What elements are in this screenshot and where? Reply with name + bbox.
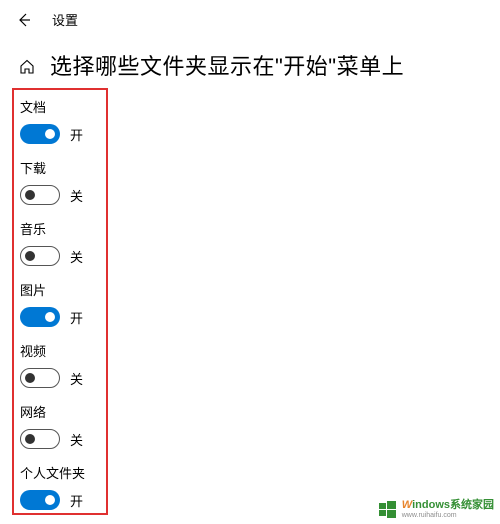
toggle-state: 关 (70, 430, 83, 449)
toggle-documents[interactable] (20, 124, 60, 144)
setting-label: 个人文件夹 (20, 463, 500, 482)
toggle-music[interactable] (20, 246, 60, 266)
settings-list: 文档 开 下载 关 音乐 关 图片 开 视频 关 网络 (0, 91, 500, 510)
page-title: 选择哪些文件夹显示在"开始"菜单上 (50, 49, 404, 81)
toggle-state: 关 (70, 247, 83, 266)
setting-label: 网络 (20, 402, 500, 421)
setting-item-pictures: 图片 开 (20, 280, 500, 327)
setting-label: 视频 (20, 341, 500, 360)
windows-logo-icon (377, 497, 399, 519)
toggle-state: 开 (70, 308, 83, 327)
toggle-personal-folder[interactable] (20, 490, 60, 510)
setting-item-documents: 文档 开 (20, 97, 500, 144)
toggle-pictures[interactable] (20, 307, 60, 327)
home-icon[interactable] (18, 58, 36, 76)
setting-item-videos: 视频 关 (20, 341, 500, 388)
setting-label: 音乐 (20, 219, 500, 238)
toggle-videos[interactable] (20, 368, 60, 388)
setting-label: 下载 (20, 158, 500, 177)
toggle-downloads[interactable] (20, 185, 60, 205)
toggle-state: 开 (70, 491, 83, 510)
watermark-title: Windows系统家园 (402, 500, 494, 511)
header-title: 设置 (52, 10, 78, 29)
toggle-state: 关 (70, 369, 83, 388)
watermark: Windows系统家园 www.ruihaifu.com (377, 497, 494, 519)
setting-item-downloads: 下载 关 (20, 158, 500, 205)
setting-item-music: 音乐 关 (20, 219, 500, 266)
setting-label: 图片 (20, 280, 500, 299)
toggle-network[interactable] (20, 429, 60, 449)
setting-item-network: 网络 关 (20, 402, 500, 449)
back-icon[interactable] (16, 12, 32, 28)
toggle-state: 开 (70, 125, 83, 144)
setting-label: 文档 (20, 97, 500, 116)
watermark-url: www.ruihaifu.com (402, 512, 494, 519)
toggle-state: 关 (70, 186, 83, 205)
